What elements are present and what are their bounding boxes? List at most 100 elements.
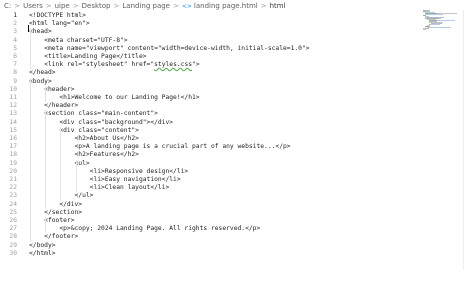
minimap-line — [427, 26, 451, 28]
line-number: 14 — [9, 118, 17, 126]
code-text: </html> — [29, 249, 56, 257]
line-number: 9 — [13, 77, 17, 85]
indent-guide — [60, 126, 62, 201]
code-text: <!DOCTYPE html> — [29, 12, 86, 19]
code-text: <meta charset="UTF-8"> — [29, 36, 128, 44]
minimap-line — [423, 28, 427, 30]
code-text: <html lang="en"> — [29, 20, 90, 28]
code-line[interactable]: 20 <li>Responsive design</li> — [0, 168, 420, 176]
code-editor[interactable]: 1 <!DOCTYPE html> 2 <html lang="en"> 3 <head>… — [0, 12, 420, 272]
code-line[interactable]: 15 <div class="content"> — [0, 127, 420, 135]
code-line[interactable]: 25 </section> — [0, 209, 420, 217]
code-line[interactable]: 14 <div class="background"></div> — [0, 119, 420, 127]
breadcrumb-item[interactable]: html — [270, 2, 286, 10]
code-text: </div> — [29, 200, 83, 208]
breadcrumb-item[interactable]: Landing page — [122, 2, 170, 10]
code-text: </footer> — [29, 233, 79, 241]
line-number: 10 — [9, 85, 17, 93]
code-line[interactable]: 17 <p>A landing page is a crucial part o… — [0, 143, 420, 151]
code-text: </header> — [29, 102, 79, 110]
code-text: <div class="background"></div> — [29, 118, 174, 126]
code-line[interactable]: 19 <ul> — [0, 160, 420, 168]
code-line[interactable]: 6 <title>Landing Page</title> — [0, 53, 420, 61]
breadcrumb-item[interactable]: Desktop — [82, 2, 111, 10]
code-line[interactable]: 23 </ul> — [0, 192, 420, 200]
code-line[interactable]: 9 <body> — [0, 78, 420, 86]
breadcrumb-separator: > — [113, 2, 120, 10]
code-text: <body> — [29, 77, 52, 85]
breadcrumb-separator: > — [260, 2, 267, 10]
code-text: <li>Responsive design</li> — [29, 167, 189, 175]
breadcrumb-separator: > — [14, 2, 21, 10]
code-line[interactable]: 29 </body> — [0, 242, 420, 250]
line-number: 3 — [13, 28, 17, 36]
code-text: </head> — [29, 69, 56, 77]
code-line[interactable]: 1 <!DOCTYPE html> — [0, 12, 420, 20]
breadcrumb-item[interactable]: landing page.html — [194, 2, 258, 10]
code-line[interactable]: 5 <meta name="viewport" content="width=d… — [0, 45, 420, 53]
line-number: 15 — [9, 126, 17, 134]
line-number: 5 — [13, 44, 17, 52]
breadcrumb-item[interactable]: C: — [4, 2, 11, 10]
code-line[interactable]: 16 <h2>About Us</h2> — [0, 135, 420, 143]
line-number: 12 — [9, 102, 17, 110]
code-line[interactable]: 21 <li>Easy navigation</li> — [0, 176, 420, 184]
line-number: 13 — [9, 110, 17, 118]
code-line[interactable]: 11 <h1>Welcome to our Landing Page!</h1> — [0, 94, 420, 102]
breadcrumb-item[interactable]: Users — [23, 2, 43, 10]
code-line[interactable]: 22 <li>Clean layout</li> — [0, 184, 420, 192]
code-text: </section> — [29, 208, 83, 216]
lint-warning: styles.css — [154, 61, 193, 69]
code-text: <head> — [29, 28, 52, 36]
line-number: 30 — [9, 249, 17, 257]
code-line[interactable]: 13 <section class="main-content"> — [0, 110, 420, 118]
line-number: 6 — [13, 53, 17, 60]
code-text: <header> — [29, 85, 75, 93]
minimap-line — [431, 23, 441, 25]
code-line[interactable]: 30 </html> — [0, 250, 420, 258]
line-number: 11 — [9, 94, 17, 101]
line-number: 1 — [13, 12, 17, 19]
indent-guide — [30, 28, 31, 70]
line-number: 2 — [13, 20, 17, 28]
code-line[interactable]: 2 <html lang="en"> — [0, 20, 420, 28]
line-number: 4 — [13, 36, 17, 44]
line-number: 16 — [9, 135, 17, 142]
code-text: <title>Landing Page</title> — [29, 53, 147, 60]
code-line[interactable]: 24 </div> — [0, 201, 420, 209]
code-line[interactable]: 27 <p>&copy; 2024 Landing Page. All righ… — [0, 225, 420, 233]
code-line[interactable]: 3 <head> — [0, 28, 420, 36]
line-number: 17 — [9, 143, 17, 151]
code-text: <footer> — [29, 217, 75, 224]
code-line[interactable]: 26 <footer> — [0, 217, 420, 225]
breadcrumb-separator: > — [45, 2, 52, 10]
vertical-scrollbar[interactable] — [463, 10, 473, 270]
code-line[interactable]: 12 </header> — [0, 102, 420, 110]
minimap[interactable] — [421, 10, 461, 30]
code-text: <h1>Welcome to our Landing Page!</h1> — [29, 94, 200, 101]
line-number: 24 — [9, 200, 17, 208]
code-line[interactable]: 8 </head> — [0, 69, 420, 77]
line-number: 21 — [9, 176, 17, 183]
code-line[interactable]: 18 <h2>Features</h2> — [0, 151, 420, 159]
breadcrumb-item[interactable]: uipe — [55, 2, 70, 10]
indent-guide — [45, 217, 47, 234]
line-number: 22 — [9, 184, 17, 192]
code-text: <section class="main-content"> — [29, 110, 158, 118]
line-number: 18 — [9, 151, 17, 159]
code-text: <meta name="viewport" content="width=dev… — [29, 44, 310, 52]
code-text: <ul> — [29, 159, 90, 167]
line-number: 29 — [9, 241, 17, 249]
code-line[interactable]: 28 </footer> — [0, 233, 420, 241]
indent-guide — [75, 159, 77, 193]
code-line[interactable]: 7 <link rel="stylesheet" href="styles.cs… — [0, 61, 420, 69]
code-text: <li>Clean layout</li> — [29, 184, 170, 192]
breadcrumb-separator: > — [72, 2, 79, 10]
indent-guide — [45, 85, 47, 103]
code-text: <p>&copy; 2024 Landing Page. All rights … — [29, 225, 261, 233]
indent-guide — [30, 77, 31, 242]
line-number: 27 — [9, 225, 17, 233]
code-text: </body> — [29, 241, 56, 249]
code-line[interactable]: 4 <meta charset="UTF-8"> — [0, 37, 420, 45]
code-line[interactable]: 10 <header> — [0, 86, 420, 94]
